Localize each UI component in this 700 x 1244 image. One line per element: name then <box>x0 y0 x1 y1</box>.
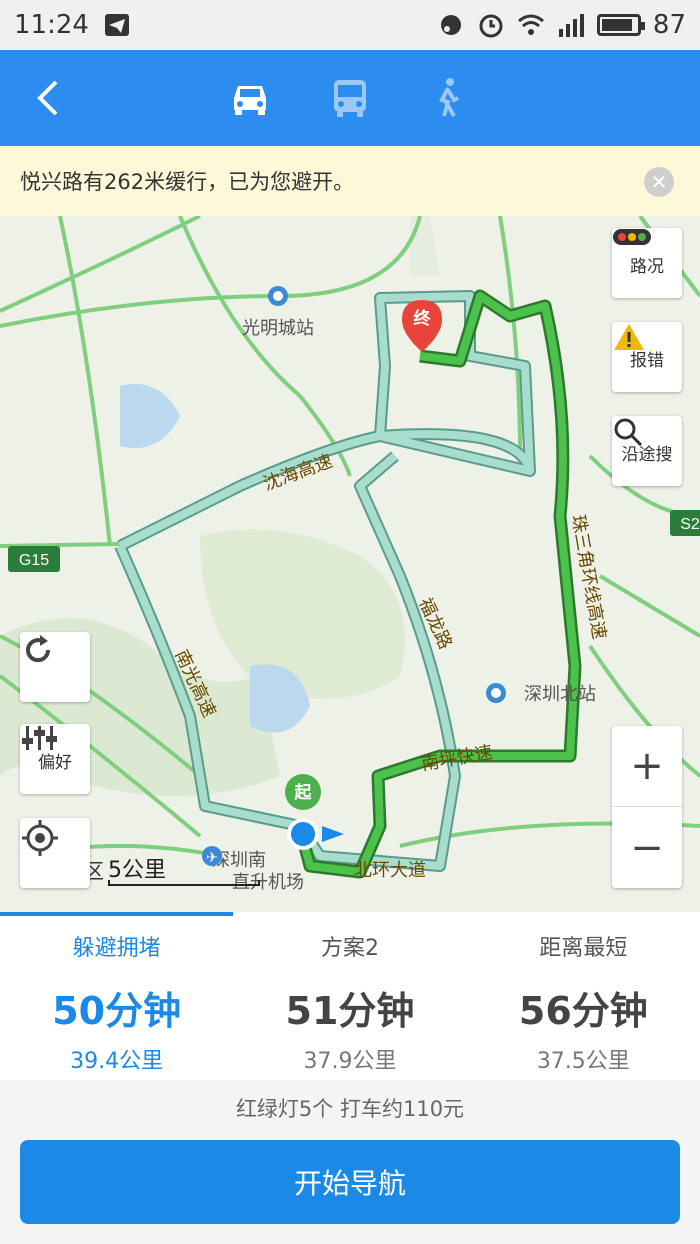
battery-icon <box>596 14 645 36</box>
location-icon <box>440 15 461 35</box>
car-icon[interactable] <box>228 76 272 120</box>
route-name: 躲避拥堵 <box>72 936 161 961</box>
route-distance: 37.9公里 <box>303 1049 397 1074</box>
zoom-control: + − <box>612 726 682 888</box>
label-road-beihuan: 北环大道 <box>354 860 426 880</box>
refresh-icon <box>26 635 51 663</box>
status-time: 11:24 <box>14 10 89 40</box>
route-name: 方案2 <box>320 936 379 961</box>
zoom-in-button[interactable]: + <box>612 726 682 807</box>
zoom-out-button[interactable]: − <box>612 807 682 888</box>
report-error-button[interactable]: 报错 <box>612 322 682 392</box>
battery-level: 87 <box>652 10 686 40</box>
signal-icon <box>558 14 584 37</box>
close-icon[interactable]: ✕ <box>644 167 674 197</box>
active-tab-indicator <box>0 912 233 916</box>
search-along-button[interactable]: 沿途搜 <box>612 416 682 486</box>
svg-text:✈: ✈ <box>206 850 218 866</box>
start-marker-label: 起 <box>294 782 313 802</box>
transport-mode-bar <box>0 50 700 146</box>
route-option-2[interactable]: 方案2 51分钟 37.9公里 <box>233 912 466 1080</box>
search-icon <box>614 418 643 447</box>
refresh-button[interactable] <box>20 632 90 702</box>
route-duration: 56分钟 <box>518 989 648 1033</box>
warning-icon <box>614 324 644 350</box>
route-option-3[interactable]: 距离最短 56分钟 37.5公里 <box>467 912 700 1080</box>
bus-icon[interactable] <box>328 76 372 120</box>
notice-text: 悦兴路有262米缓行，已为您避开。 <box>20 170 355 194</box>
traffic-button-label: 路况 <box>630 257 664 277</box>
highway-g15-label: G15 <box>19 552 49 569</box>
status-bar: 11:24 87 <box>0 0 700 50</box>
highway-s2-label: S2 <box>680 516 700 533</box>
route-options: 躲避拥堵 50分钟 39.4公里 方案2 51分钟 37.9公里 距离最短 56… <box>0 912 700 1080</box>
traffic-light-icon <box>613 229 651 245</box>
start-navigation-button[interactable]: 开始导航 <box>20 1140 680 1224</box>
alarm-icon <box>479 14 503 38</box>
traffic-notice: 悦兴路有262米缓行，已为您避开。 ✕ <box>0 146 700 216</box>
preference-button[interactable]: 偏好 <box>20 724 90 794</box>
map-canvas: G15 S2 光明城站 深圳北站 深圳南 直升机场 ✈ 沈海高速 福龙路 南光高… <box>0 216 700 912</box>
end-marker-label: 终 <box>414 308 432 328</box>
walk-icon[interactable] <box>426 76 470 120</box>
route-distance: 39.4公里 <box>70 1049 164 1074</box>
label-shenzhen-north: 深圳北站 <box>524 684 596 704</box>
route-distance: 37.5公里 <box>536 1049 630 1074</box>
route-map[interactable]: G15 S2 光明城站 深圳北站 深圳南 直升机场 ✈ 沈海高速 福龙路 南光高… <box>0 216 700 912</box>
telegram-icon <box>104 14 129 36</box>
wifi-icon <box>517 14 544 35</box>
map-scale-bar <box>108 880 260 886</box>
locate-icon <box>22 820 58 856</box>
route-info: 红绿灯5个 打车约110元 <box>0 1080 700 1138</box>
route-duration: 51分钟 <box>285 989 415 1033</box>
locate-button[interactable] <box>20 818 90 888</box>
route-duration: 50分钟 <box>52 989 182 1033</box>
route-name: 距离最短 <box>539 936 628 961</box>
route-option-1[interactable]: 躲避拥堵 50分钟 39.4公里 <box>0 912 233 1080</box>
chevron-left-icon[interactable] <box>30 78 70 118</box>
label-guangming-station: 光明城站 <box>242 318 314 338</box>
traffic-toggle-button[interactable]: 路况 <box>612 228 682 298</box>
sliders-icon <box>22 726 57 750</box>
